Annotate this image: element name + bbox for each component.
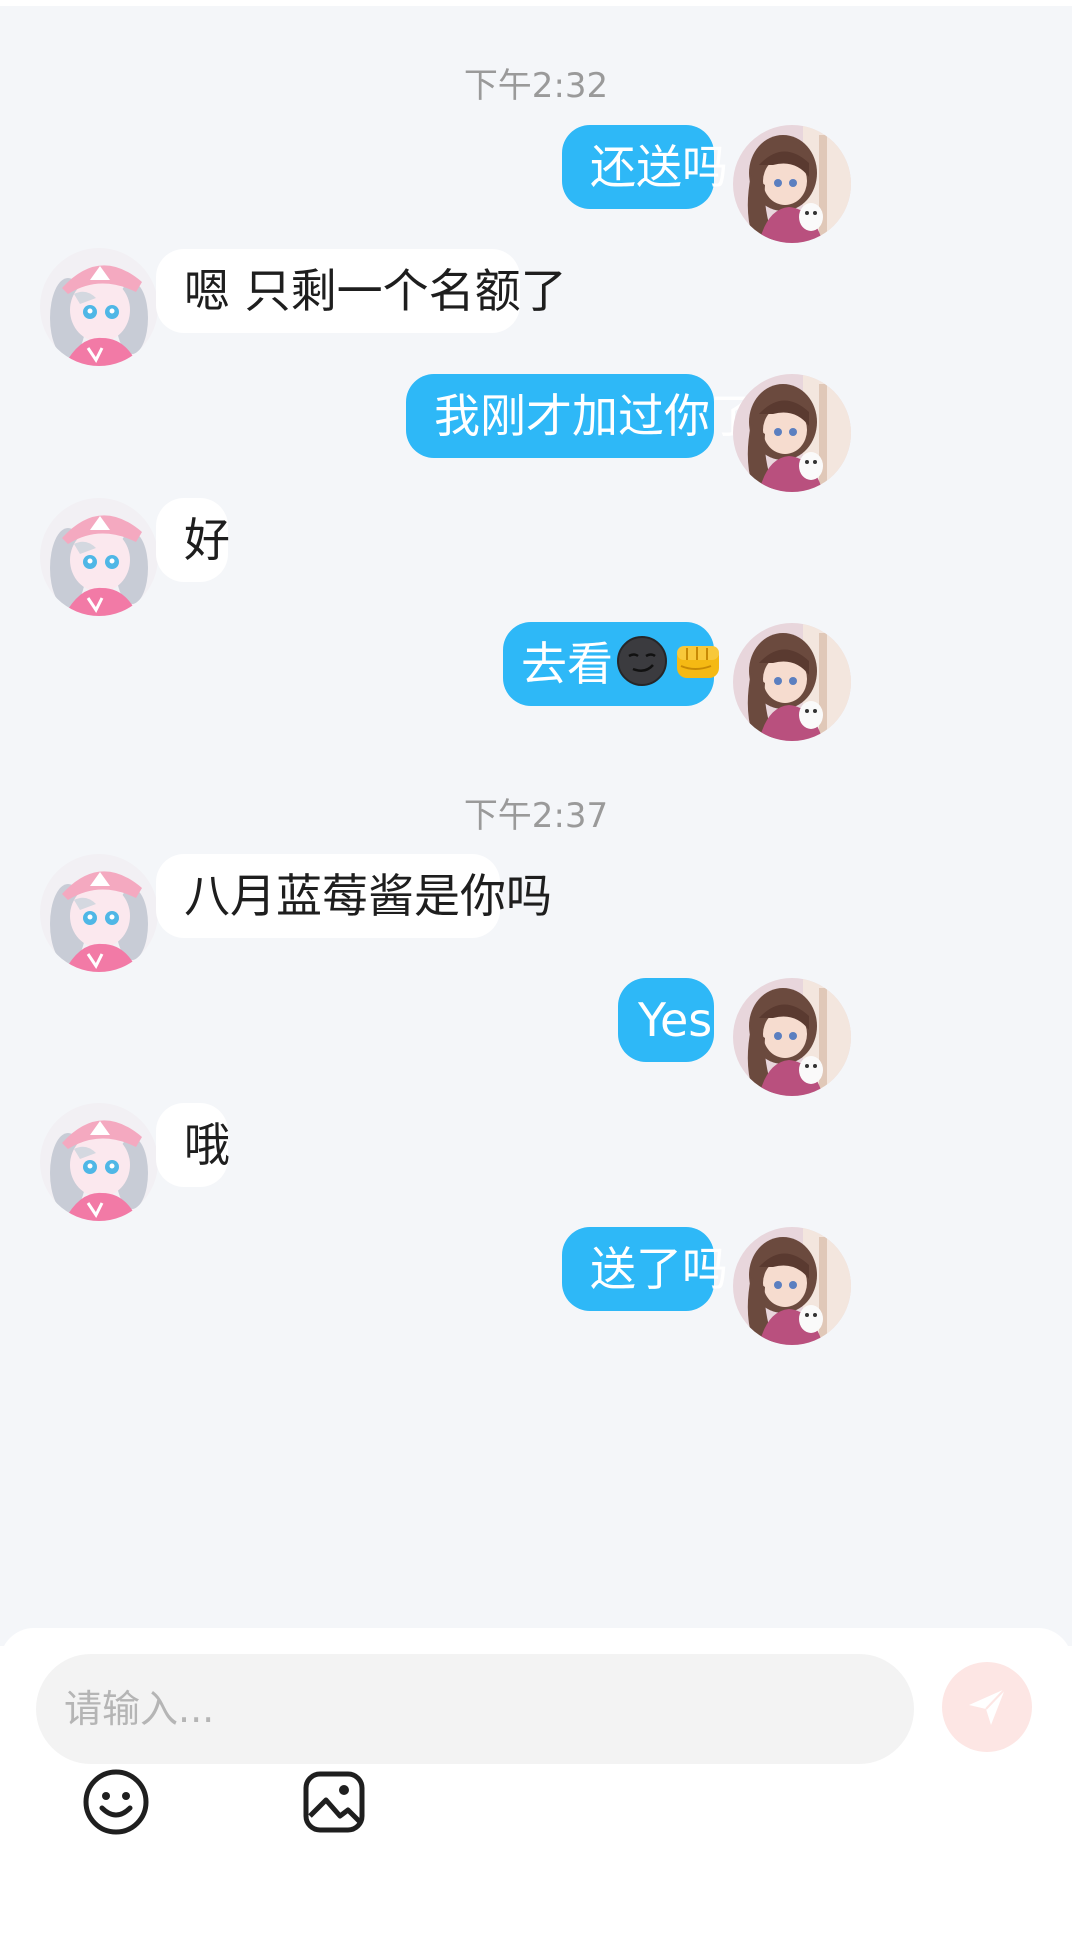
send-icon (965, 1685, 1009, 1729)
smiley-icon (80, 1766, 152, 1838)
message-bubble-sent[interactable]: 还送吗 (562, 125, 728, 209)
self-avatar[interactable] (733, 125, 851, 243)
message-bubble-received[interactable]: 哦 (156, 1103, 230, 1187)
self-avatar[interactable] (733, 1227, 851, 1345)
smirk-face-emoji (615, 634, 669, 688)
timestamp: 下午2:37 (463, 796, 609, 836)
message-bubble-received[interactable]: 好 (156, 498, 230, 582)
message-bubble-sent[interactable]: 送了吗 (562, 1227, 728, 1311)
self-avatar[interactable] (733, 978, 851, 1096)
emoji-button[interactable] (80, 1766, 152, 1838)
self-avatar[interactable] (733, 374, 851, 492)
contact-avatar[interactable] (40, 854, 158, 972)
message-bubble-received[interactable]: 八月蓝莓酱是你吗 (156, 854, 552, 938)
chat-area[interactable]: 下午2:32 还送吗 嗯 只剩一个名额了 我刚才加过你了 好 去看 下午2:37… (0, 6, 1072, 1646)
right-edge (1072, 0, 1080, 1949)
contact-avatar[interactable] (40, 498, 158, 616)
timestamp: 下午2:32 (463, 66, 609, 106)
send-button[interactable] (942, 1662, 1032, 1752)
image-button[interactable] (298, 1766, 370, 1838)
input-panel (0, 1628, 1072, 1949)
self-avatar[interactable] (733, 623, 851, 741)
message-text: 去看 (521, 637, 613, 691)
message-input[interactable] (36, 1654, 914, 1764)
contact-avatar[interactable] (40, 248, 158, 366)
image-icon (298, 1766, 370, 1838)
message-bubble-sent[interactable]: 我刚才加过你了 (406, 374, 756, 458)
message-bubble-sent[interactable]: 去看 (503, 622, 719, 706)
fist-bump-emoji (671, 634, 725, 688)
message-bubble-received[interactable]: 嗯 只剩一个名额了 (156, 249, 567, 333)
message-bubble-sent[interactable]: Yes (618, 978, 714, 1062)
contact-avatar[interactable] (40, 1103, 158, 1221)
